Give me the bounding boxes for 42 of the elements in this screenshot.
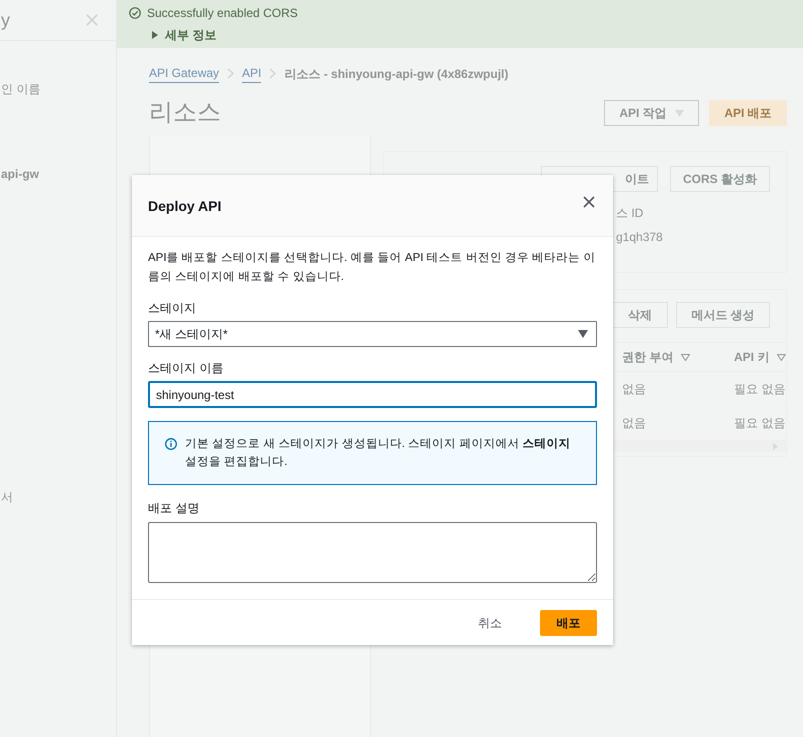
sidebar-title: y [1,8,10,32]
caret-down-icon [674,110,684,116]
sort-icon [777,354,786,360]
breadcrumb-link[interactable]: API Gateway [149,64,220,83]
field-label: 스테이지 [148,300,197,317]
breadcrumb-link[interactable]: API [242,64,262,83]
sidebar-item[interactable]: 인 이름 [1,80,40,98]
table-cell-text: 필요 없음 [734,380,786,398]
cancel-button[interactable]: 취소 [464,610,516,636]
caret-down-icon [578,330,588,338]
page-title: 리소스 [149,98,221,128]
sidebar-item[interactable]: api-gw [1,165,39,183]
flash-message: Successfully enabled CORS [147,5,298,22]
sort-icon [681,354,690,360]
dialog-description: API를 배포할 스테이지를 선택합니다. 예를 들어 API 테스트 버전인 경우 베타라는 이름의 스테이지에 배포할 수 있습니다. [148,251,596,285]
info-text: 기본 설정으로 새 스테이지가 생성됩니다. 스테이지 페이지에서 스테이지 설정을 편집합니다. [185,437,572,470]
stage-name-input[interactable]: shinyoung-test [148,381,597,408]
chevron-right-icon [269,68,276,79]
table-cell-text: 없음 [622,414,647,432]
field-label: 스테이지 이름 [148,360,224,377]
action-button[interactable]: 메서드 생성 [676,302,770,328]
deploy-button[interactable]: API 배포 [709,100,787,126]
column-header[interactable]: 권한 부여 [622,348,734,366]
column-header[interactable]: API 키 [734,348,786,366]
description-textarea[interactable] [148,522,597,583]
check-circle-icon [129,7,141,19]
breadcrumb-current: 리소스 - shinyoung-api-gw (4x86zwpujl) [284,66,508,82]
dropdown-button[interactable]: API 작업 [604,100,699,126]
info-icon [165,438,177,450]
close-icon[interactable] [583,196,595,208]
stage-select[interactable]: *새 스테이지* [148,321,597,347]
field-label: 배포 설명 [148,500,200,517]
table-cell-text: 필요 없음 [734,414,786,432]
details-toggle[interactable]: 세부 정보 [129,26,803,44]
sidebar-item[interactable]: 서 [1,488,13,506]
action-button[interactable]: CORS 활성화 [670,166,770,192]
field-label: 스 ID [616,205,644,222]
dialog-title: Deploy API [148,197,222,216]
field-value: g1qh378 [616,229,663,246]
deploy-button[interactable]: 배포 [540,610,597,636]
chevron-right-icon [227,68,234,79]
table-cell-text: 없음 [622,380,647,398]
